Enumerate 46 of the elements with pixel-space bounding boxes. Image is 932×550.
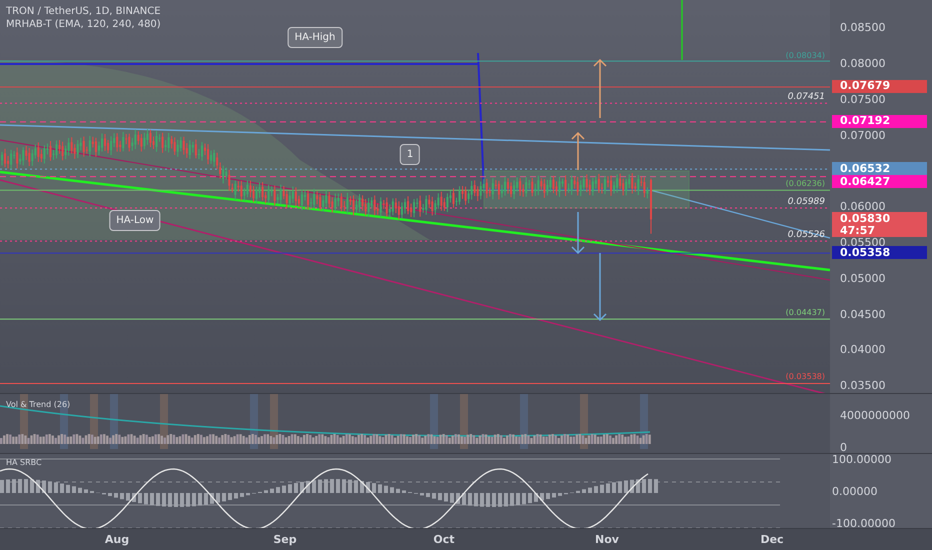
- level-label: (0.06236): [786, 178, 825, 190]
- level-label: (0.04437): [786, 307, 825, 320]
- oscillator-tick: 0.00000: [832, 486, 878, 498]
- time-tick: Nov: [595, 532, 619, 548]
- level-label: (0.08034): [786, 50, 825, 62]
- indicator-label: MRHAB-T (EMA, 120, 240, 480): [6, 18, 161, 31]
- price-tick: 0.05500: [840, 237, 886, 249]
- volume-tick: 4000000000: [840, 410, 910, 422]
- price-tick: 0.06000: [840, 201, 886, 214]
- price-tick: 0.04500: [840, 308, 886, 321]
- volume-tick: 0: [840, 442, 847, 454]
- oscillator-tick: 100.00000: [832, 454, 892, 466]
- chart-title: TRON / TetherUS, 1D, BINANCE: [6, 5, 161, 18]
- price-value: 0.07192: [840, 115, 892, 128]
- target-arrow: [571, 211, 585, 254]
- price-tick: 0.08500: [840, 22, 886, 34]
- level-label: 0.07451: [788, 91, 825, 104]
- level-label: 0.05526: [788, 229, 825, 242]
- level-label: 0.05989: [788, 196, 825, 209]
- target-arrow: [593, 58, 607, 119]
- callout-label: 1: [400, 144, 420, 165]
- price-tick: 0.07500: [840, 94, 886, 106]
- time-tick: Sep: [273, 532, 297, 548]
- price-tick: 0.04000: [840, 344, 886, 356]
- price-tick: 0.07000: [840, 130, 886, 142]
- level-label: (0.03538): [786, 371, 825, 384]
- time-tick: Dec: [760, 532, 784, 548]
- price-value: 0.07679: [840, 80, 892, 92]
- price-value: 0.06532: [840, 162, 892, 175]
- time-tick: Oct: [433, 532, 455, 548]
- price-value: 0.05830: [840, 212, 892, 225]
- price-tick: 0.08000: [840, 58, 886, 70]
- time-tick: Aug: [104, 532, 130, 548]
- price-tick: 0.05000: [840, 272, 886, 285]
- price-tick: 0.03500: [840, 380, 886, 392]
- vertical-marker-line: [681, 0, 683, 60]
- callout-label: HA-High: [288, 27, 342, 48]
- countdown-timer: 47:57: [840, 224, 876, 237]
- price-value: 0.06427: [840, 176, 892, 188]
- callout-label: HA-Low: [109, 210, 161, 231]
- oscillator-tick: -100.00000: [832, 518, 896, 530]
- price-value: 0.05358: [840, 246, 892, 259]
- target-arrow: [571, 132, 585, 171]
- pane-title: HA SRBC: [6, 457, 42, 469]
- pane-title: Vol & Trend (26): [6, 399, 70, 411]
- target-arrow: [593, 252, 607, 322]
